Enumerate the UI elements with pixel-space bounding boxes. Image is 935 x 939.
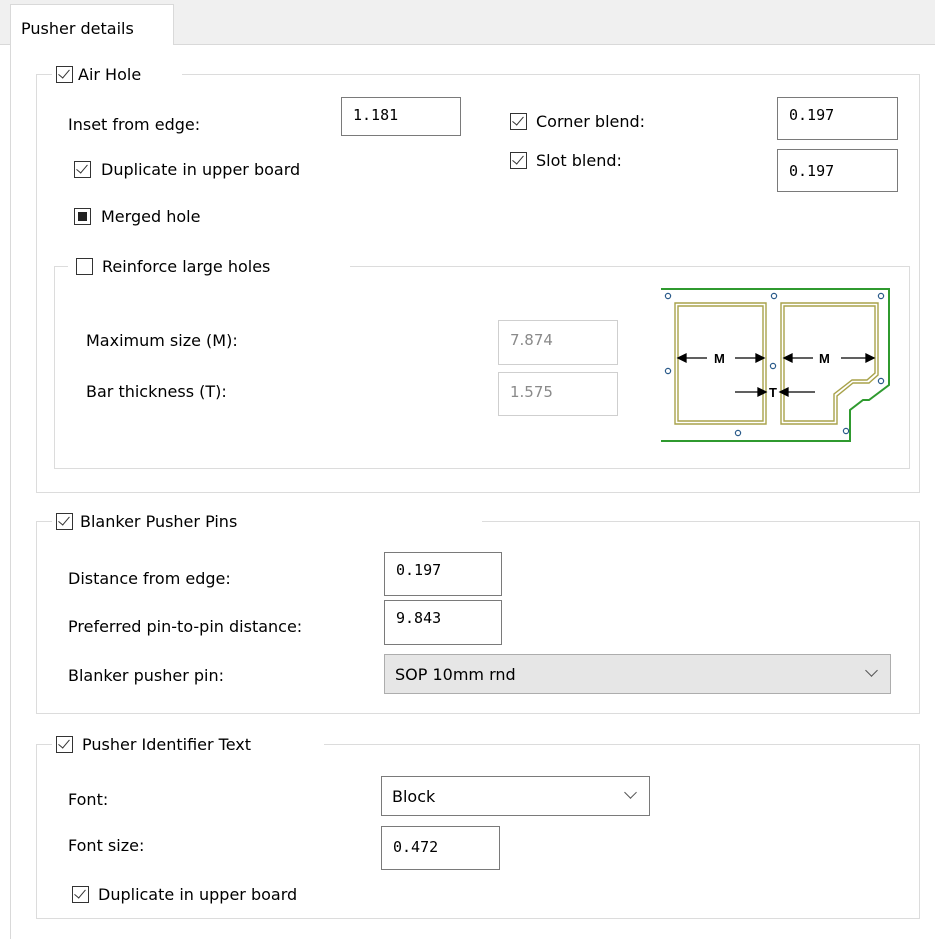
inset-input[interactable]: 1.181 [341,97,461,136]
blanker-pin-label: Blanker pusher pin: [68,666,224,685]
chevron-down-icon [865,664,878,677]
inset-label: Inset from edge: [68,115,201,134]
blanker-pin-select[interactable]: SOP 10mm rnd [384,654,891,694]
font-size-input[interactable]: 0.472 [381,826,500,870]
max-size-input[interactable]: 7.874 [498,320,618,365]
identifier-duplicate-label: Duplicate in upper board [98,885,298,904]
duplicate-upper-checkbox[interactable] [74,161,91,178]
blanker-pins-checkbox[interactable] [56,513,73,530]
merged-hole-label: Merged hole [101,207,201,226]
blanker-pin-value: SOP 10mm rnd [395,665,516,684]
distance-edge-input[interactable]: 0.197 [384,552,502,596]
pin-distance-label: Preferred pin-to-pin distance: [68,617,303,636]
air-hole-checkbox[interactable] [56,66,73,83]
slot-blend-label: Slot blend: [536,151,622,170]
diagram-m-label-right: M [819,351,830,366]
duplicate-upper-label: Duplicate in upper board [101,160,301,179]
bar-thickness-input[interactable]: 1.575 [498,372,618,416]
reinforce-checkbox[interactable] [76,258,93,275]
slot-blend-checkbox[interactable] [510,152,527,169]
font-size-label: Font size: [68,836,145,855]
blanker-pins-legend: Blanker Pusher Pins [52,510,482,532]
slot-blend-input[interactable]: 0.197 [777,149,898,192]
air-hole-title: Air Hole [78,65,142,84]
corner-blend-checkbox[interactable] [510,113,527,130]
identifier-text-legend: Pusher Identifier Text [52,733,324,755]
distance-edge-label: Distance from edge: [68,569,231,588]
identifier-duplicate-checkbox[interactable] [72,886,89,903]
identifier-text-title: Pusher Identifier Text [82,735,252,754]
pin-distance-input[interactable]: 9.843 [384,600,502,645]
diagram-t-label: T [769,385,777,400]
font-select[interactable]: Block [381,776,650,816]
font-label: Font: [68,790,109,809]
corner-blend-label: Corner blend: [536,112,646,131]
tab-label: Pusher details [21,19,134,38]
reinforce-legend: Reinforce large holes [68,255,350,277]
identifier-text-checkbox[interactable] [56,736,73,753]
reinforce-title: Reinforce large holes [102,257,271,276]
merged-hole-checkbox[interactable] [74,208,91,225]
font-value: Block [392,787,436,806]
reinforce-diagram: M M T [661,288,890,442]
blanker-pins-title: Blanker Pusher Pins [80,512,238,531]
corner-blend-input[interactable]: 0.197 [777,97,898,140]
panel-left-edge [10,44,11,939]
max-size-label: Maximum size (M): [86,331,238,350]
diagram-m-label-left: M [714,351,725,366]
tab-pusher-details[interactable]: Pusher details [10,4,174,45]
chevron-down-icon [624,786,637,799]
bar-thickness-label: Bar thickness (T): [86,382,227,401]
air-hole-legend: Air Hole [52,63,182,85]
